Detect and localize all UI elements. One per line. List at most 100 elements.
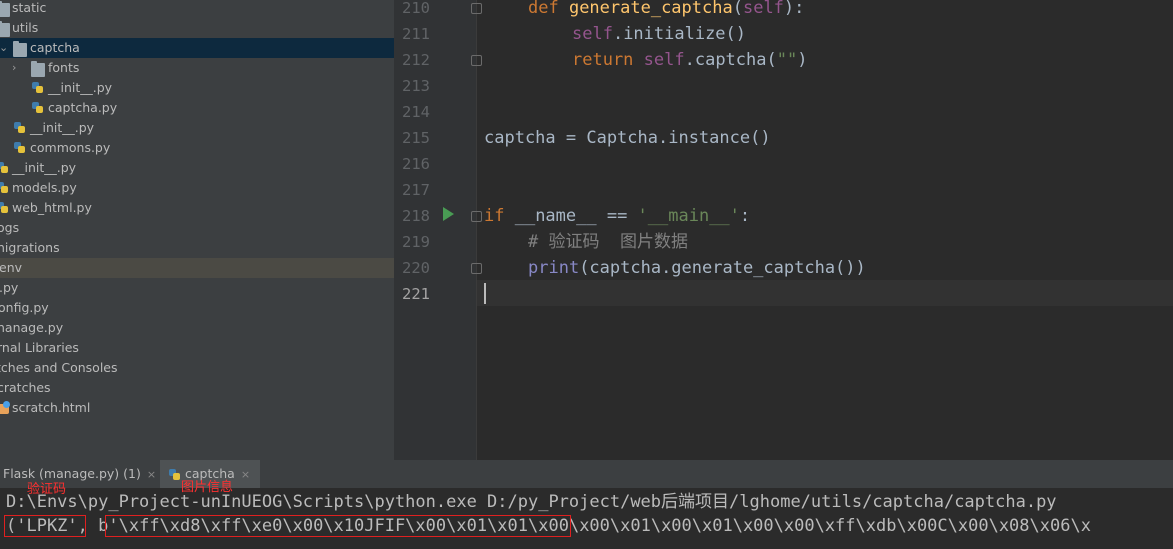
python-file-icon	[13, 141, 27, 155]
tree-item-label: env	[0, 260, 23, 275]
tree-item-label: captcha	[30, 40, 80, 55]
tree-item-scratches-consoles[interactable]: tches and Consoles	[0, 358, 394, 378]
tree-item-venv[interactable]: env	[0, 258, 394, 278]
fold-marker-icon[interactable]	[471, 3, 482, 14]
run-tab-bar: Flask (manage.py) (1) × captcha ×	[0, 460, 1173, 488]
fold-marker-icon[interactable]	[471, 263, 482, 274]
line-number: 213	[402, 77, 430, 95]
line-number: 217	[402, 181, 430, 199]
fold-marker-icon[interactable]	[471, 55, 482, 66]
code-token: __name__ ==	[514, 206, 638, 226]
project-tree: static utils ⌄ captcha › fonts __init__.…	[0, 0, 394, 460]
tree-item-label: ogs	[0, 220, 20, 235]
tree-item-label: onfig.py	[0, 300, 49, 315]
code-line-220: print(captcha.generate_captcha())	[528, 255, 866, 281]
tree-item-label: nigrations	[0, 240, 60, 255]
python-file-icon	[0, 161, 10, 175]
tree-item-web-html-py[interactable]: web_html.py	[0, 198, 394, 218]
line-number: 210	[402, 0, 430, 17]
text-caret	[484, 283, 486, 304]
tree-item-init-root[interactable]: __init__.py	[0, 158, 394, 178]
tree-item-external-libraries[interactable]: rnal Libraries	[0, 338, 394, 358]
tree-item-static[interactable]: static	[0, 0, 394, 18]
code-line-215: captcha = Captcha.instance()	[484, 128, 771, 148]
output-image-bytes-rest: \x00\x00\x01\x00\x01\x00\x00\xff\xdb\x00…	[528, 516, 1091, 536]
tree-item-captcha-py[interactable]: captcha.py	[0, 98, 394, 118]
close-icon[interactable]: ×	[241, 468, 250, 481]
tree-item-migrations[interactable]: nigrations	[0, 238, 394, 258]
tree-item-config-py[interactable]: onfig.py	[0, 298, 394, 318]
code-line-219: # 验证码 图片数据	[528, 232, 688, 252]
code-token: def	[528, 0, 569, 18]
tree-item-models-py[interactable]: models.py	[0, 178, 394, 198]
annotation-label-captcha: 验证码	[27, 482, 67, 497]
code-token: .captcha(	[684, 50, 777, 70]
tree-item-label: captcha.py	[48, 100, 118, 115]
tree-item-scratch-html[interactable]: scratch.html	[0, 398, 394, 418]
python-file-icon	[0, 201, 10, 215]
folder-icon	[13, 41, 27, 57]
html-file-icon	[0, 401, 10, 415]
code-token: self	[643, 50, 685, 70]
code-token: :	[739, 206, 751, 226]
line-number: 215	[402, 129, 430, 147]
code-token: generate_captcha	[568, 0, 733, 18]
tree-item-captcha-folder[interactable]: ⌄ captcha	[0, 38, 394, 58]
tree-item-label: .py	[0, 280, 19, 295]
code-token: '__main__'	[637, 206, 740, 226]
line-number: 214	[402, 103, 430, 121]
python-file-icon	[31, 81, 45, 95]
chevron-down-icon[interactable]: ⌄	[0, 38, 8, 58]
annotation-label-image: 图片信息	[181, 480, 234, 495]
indent-guide	[476, 0, 477, 460]
run-gutter-icon[interactable]	[443, 207, 454, 221]
code-line-211: self.initialize()	[572, 21, 746, 47]
close-icon[interactable]: ×	[147, 468, 156, 481]
current-line-highlight	[476, 280, 1173, 306]
tree-item-utils[interactable]: utils	[0, 18, 394, 38]
tab-label: Flask (manage.py) (1)	[3, 466, 141, 481]
tree-item-label: nanage.py	[0, 320, 64, 335]
fold-marker-icon[interactable]	[471, 211, 482, 222]
code-editor[interactable]: 210 211 212 213 214 215 216 217 218 219 …	[394, 0, 1173, 460]
line-number: 221	[402, 285, 430, 303]
tree-item-fonts[interactable]: › fonts	[0, 58, 394, 78]
tree-item-label: scratch.html	[12, 400, 91, 415]
code-token: self	[742, 0, 784, 18]
code-token: self	[572, 24, 613, 44]
annotation-box-image	[105, 515, 571, 537]
folder-icon	[0, 21, 10, 37]
tree-item-label: models.py	[12, 180, 77, 195]
code-token: (	[732, 0, 743, 18]
chevron-right-icon[interactable]: ›	[12, 58, 16, 78]
tree-item-py[interactable]: .py	[0, 278, 394, 298]
folder-icon	[0, 1, 10, 17]
tree-item-label: utils	[12, 20, 39, 35]
tree-item-logs[interactable]: ogs	[0, 218, 394, 238]
line-number: 218	[402, 207, 430, 225]
folder-icon	[31, 61, 45, 77]
tree-item-label: web_html.py	[12, 200, 92, 215]
tree-item-scratches[interactable]: cratches	[0, 378, 394, 398]
line-number: 220	[402, 259, 430, 277]
tree-item-label: cratches	[0, 380, 51, 395]
python-file-icon	[168, 468, 182, 482]
code-token: ""	[776, 50, 798, 70]
line-number: 212	[402, 51, 430, 69]
line-number: 216	[402, 155, 430, 173]
tree-item-label: commons.py	[30, 140, 111, 155]
python-file-icon	[13, 121, 27, 135]
code-token: ):	[783, 0, 805, 18]
code-line-212: return self.captcha("")	[572, 47, 807, 73]
tab-flask-manage[interactable]: Flask (manage.py) (1) ×	[0, 460, 160, 488]
code-line-218: if __name__ == '__main__':	[484, 203, 750, 229]
tree-item-init-captcha[interactable]: __init__.py	[0, 78, 394, 98]
tree-item-commons-py[interactable]: commons.py	[0, 138, 394, 158]
tree-item-manage-py[interactable]: nanage.py	[0, 318, 394, 338]
tree-item-label: __init__.py	[48, 80, 113, 95]
line-number: 219	[402, 233, 430, 251]
line-number: 211	[402, 25, 430, 43]
tree-item-init-utils[interactable]: __init__.py	[0, 118, 394, 138]
code-token: )	[797, 50, 808, 70]
python-file-icon	[0, 181, 10, 195]
